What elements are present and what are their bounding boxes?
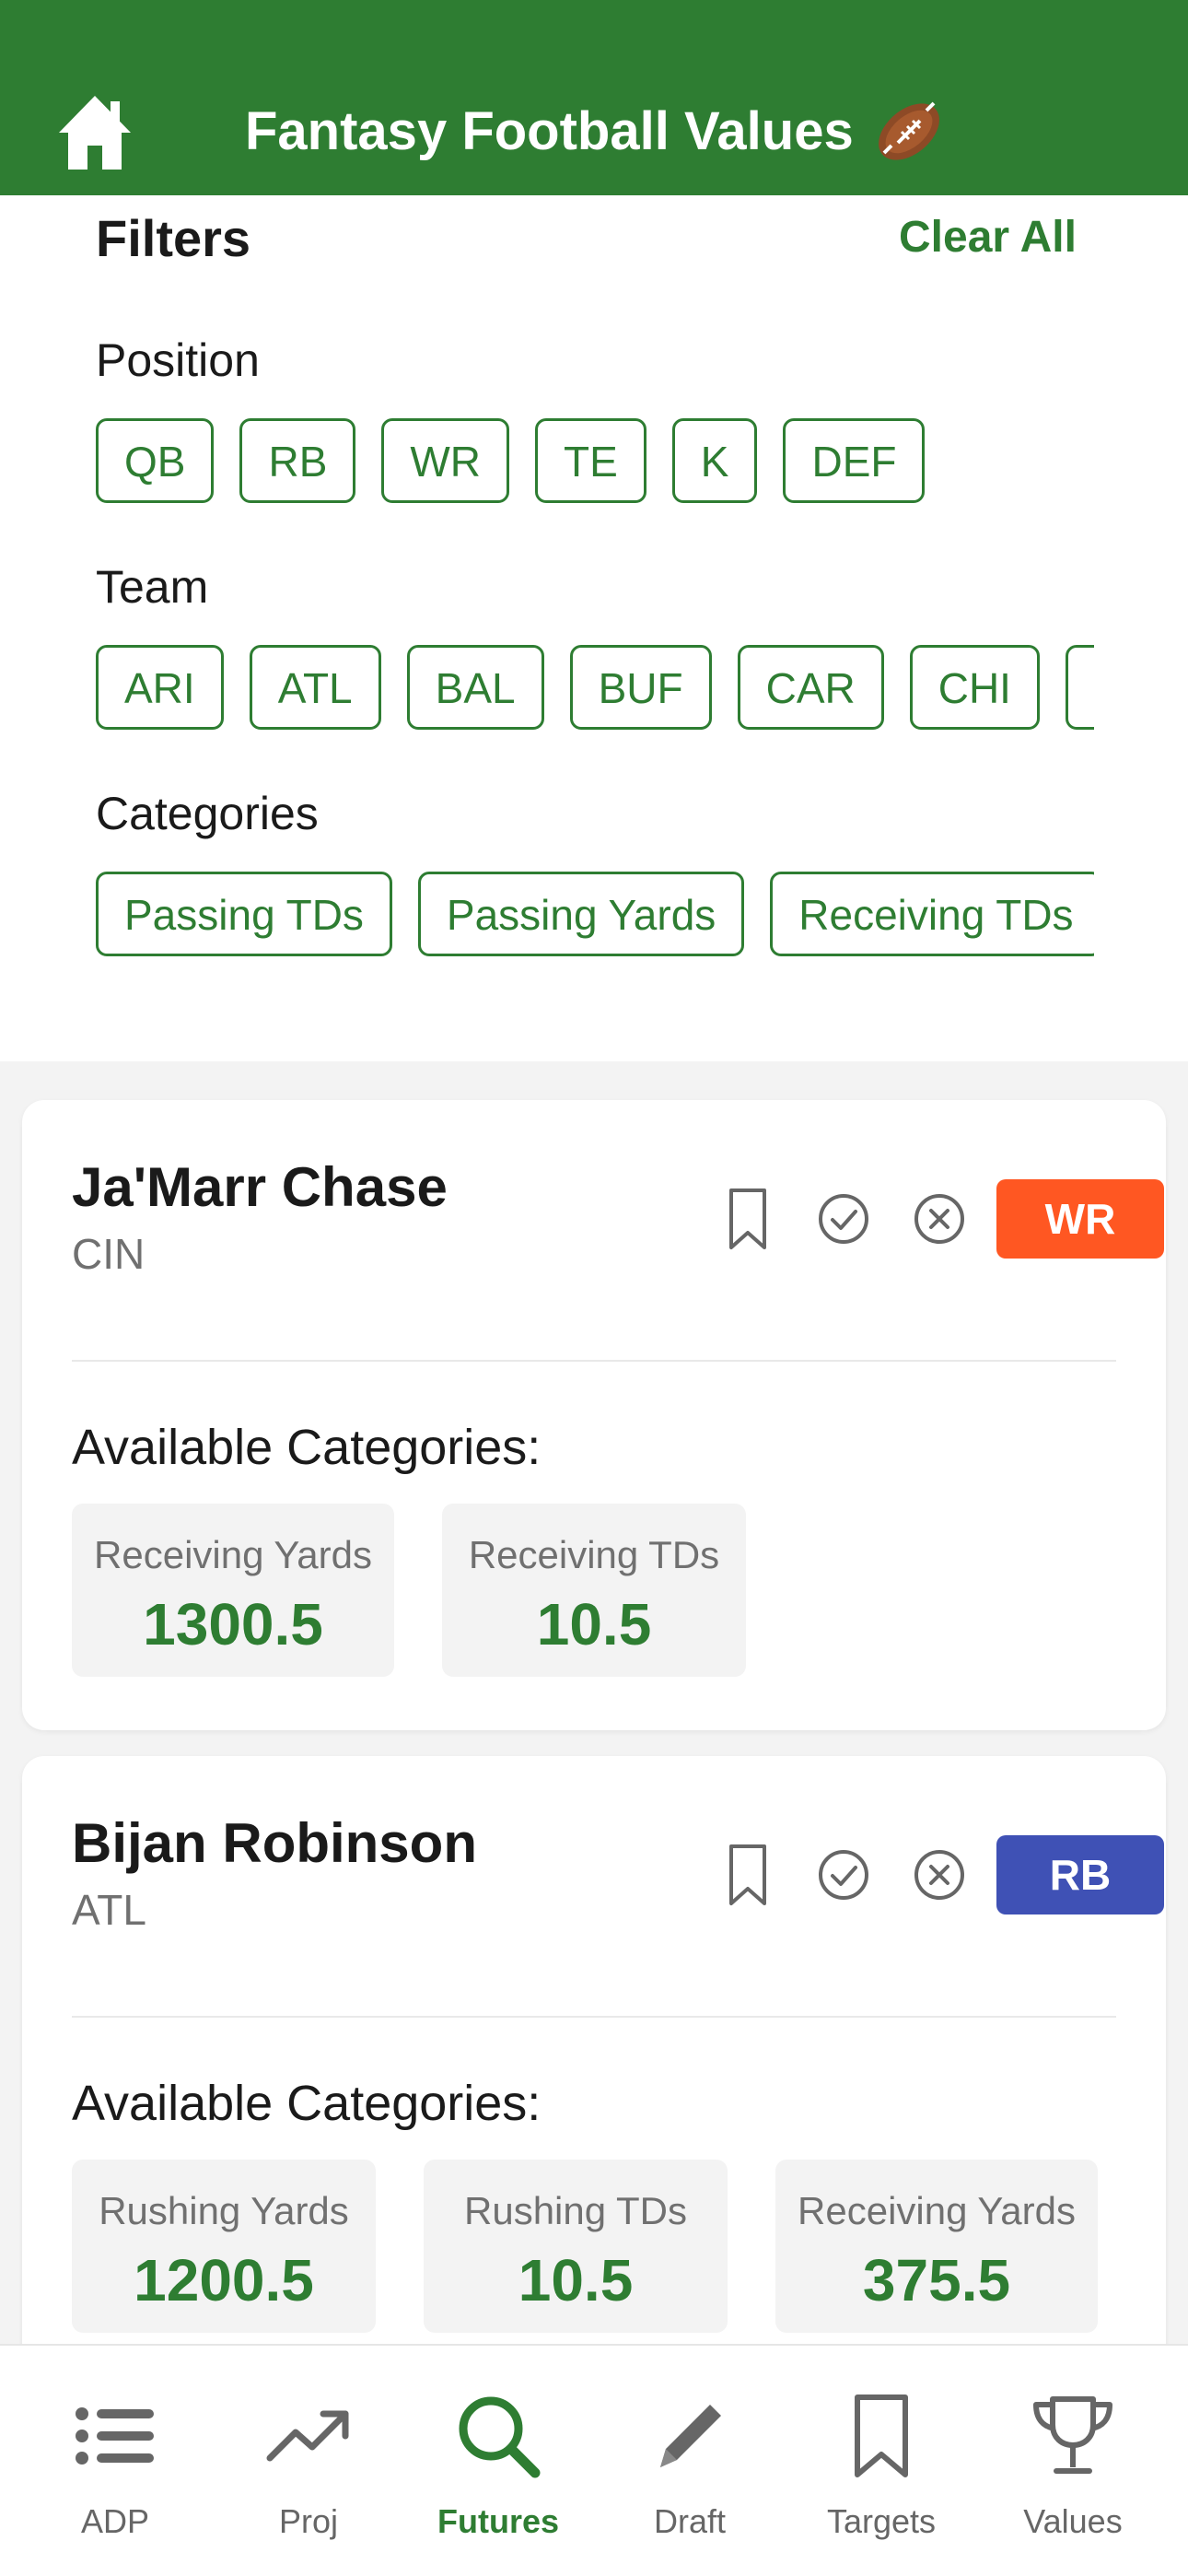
bookmark-icon: [855, 2395, 908, 2477]
stat-tile: Receiving TDs 10.5: [442, 1504, 746, 1677]
chip-position-k[interactable]: K: [671, 418, 758, 503]
bottom-tab-bar: ADP Proj Futures Draft Targets Values: [0, 2344, 1188, 2576]
football-icon: [879, 101, 939, 160]
player-card[interactable]: Ja'Marr Chase CIN WR Available Categorie…: [22, 1100, 1166, 1730]
chip-team-atl[interactable]: ATL: [249, 645, 381, 730]
check-circle-icon[interactable]: [816, 1187, 871, 1251]
player-name: Bijan Robinson: [72, 1812, 477, 1874]
categories-chip-row[interactable]: Passing TDs Passing Yards Receiving TDs: [96, 872, 1094, 960]
stat-value: 10.5: [536, 1591, 652, 1657]
player-team: ATL: [72, 1886, 146, 1934]
chip-team-bal[interactable]: BAL: [406, 645, 544, 730]
trending-up-icon: [266, 2410, 349, 2462]
stat-value: 375.5: [862, 2247, 1011, 2313]
chip-position-te[interactable]: TE: [535, 418, 646, 503]
team-chip-row[interactable]: ARI ATL BAL BUF CAR CHI CIN: [96, 645, 1094, 733]
clear-all-button[interactable]: Clear All: [899, 212, 1077, 263]
tab-values[interactable]: Values: [976, 2346, 1170, 2576]
tab-label: Futures: [437, 2502, 559, 2540]
stat-value: 1300.5: [143, 1591, 323, 1657]
page-title: Fantasy Football Values: [245, 101, 854, 161]
chip-category-passing-yards[interactable]: Passing Yards: [417, 872, 745, 956]
chip-position-qb[interactable]: QB: [96, 418, 215, 503]
chip-team-car[interactable]: CAR: [737, 645, 884, 730]
stat-tile: Rushing TDs 10.5: [424, 2160, 728, 2333]
player-name: Ja'Marr Chase: [72, 1156, 448, 1218]
tab-label: Proj: [278, 2502, 339, 2540]
position-label: Position: [96, 334, 260, 386]
card-divider: [72, 2016, 1116, 2018]
tab-futures[interactable]: Futures: [402, 2346, 595, 2576]
stat-label: Receiving Yards: [798, 2189, 1076, 2232]
tab-label: ADP: [80, 2502, 150, 2540]
bookmark-icon[interactable]: [720, 1843, 775, 1907]
check-circle-icon[interactable]: [816, 1843, 871, 1907]
tab-label: Draft: [653, 2502, 726, 2540]
app-header: Fantasy Football Values: [0, 0, 1188, 195]
trophy-icon: [1033, 2396, 1112, 2474]
chip-position-def[interactable]: DEF: [783, 418, 926, 503]
player-team: CIN: [72, 1230, 146, 1278]
chip-team-buf[interactable]: BUF: [569, 645, 712, 730]
tab-label: Targets: [826, 2502, 937, 2540]
chip-position-wr[interactable]: WR: [381, 418, 510, 503]
chip-category-receiving-tds[interactable]: Receiving TDs: [770, 872, 1094, 956]
stat-label: Receiving TDs: [468, 1533, 720, 1576]
stat-label: Receiving Yards: [94, 1533, 372, 1576]
close-circle-icon[interactable]: [912, 1187, 967, 1251]
filters-title: Filters: [96, 209, 251, 267]
chip-team-ari[interactable]: ARI: [96, 645, 224, 730]
tab-targets[interactable]: Targets: [785, 2346, 978, 2576]
position-chip-row: QB RB WR TE K DEF: [96, 418, 1094, 507]
pencil-icon: [660, 2405, 721, 2467]
tab-proj[interactable]: Proj: [212, 2346, 405, 2576]
stat-tile: Receiving Yards 1300.5: [72, 1504, 394, 1677]
stat-label: Rushing TDs: [464, 2189, 687, 2232]
player-card[interactable]: Bijan Robinson ATL RB Available Categori…: [22, 1756, 1166, 2401]
list-icon: [76, 2407, 154, 2465]
available-categories-label: Available Categories:: [72, 1420, 542, 1475]
position-badge: WR: [996, 1179, 1164, 1259]
tab-adp[interactable]: ADP: [18, 2346, 212, 2576]
card-divider: [72, 1360, 1116, 1362]
home-icon[interactable]: [57, 92, 133, 171]
position-badge: RB: [996, 1835, 1164, 1914]
chip-team-chi[interactable]: CHI: [909, 645, 1040, 730]
team-label: Team: [96, 561, 209, 613]
categories-label: Categories: [96, 788, 319, 839]
search-icon: [459, 2396, 541, 2478]
tab-label: Values: [1023, 2502, 1123, 2540]
close-circle-icon[interactable]: [912, 1843, 967, 1907]
available-categories-label: Available Categories:: [72, 2076, 542, 2131]
chip-category-passing-tds[interactable]: Passing TDs: [96, 872, 392, 956]
stat-label: Rushing Yards: [99, 2189, 349, 2232]
chip-position-rb[interactable]: RB: [239, 418, 356, 503]
stat-value: 1200.5: [134, 2247, 314, 2313]
filters-panel: Filters Clear All Position QB RB WR TE K DEF …: [0, 195, 1188, 1061]
chip-team-cin[interactable]: CIN: [1065, 645, 1094, 730]
tab-draft[interactable]: Draft: [593, 2346, 786, 2576]
stat-tile: Receiving Yards 375.5: [775, 2160, 1098, 2333]
stat-value: 10.5: [518, 2247, 634, 2313]
stat-tile: Rushing Yards 1200.5: [72, 2160, 376, 2333]
bookmark-icon[interactable]: [720, 1187, 775, 1251]
